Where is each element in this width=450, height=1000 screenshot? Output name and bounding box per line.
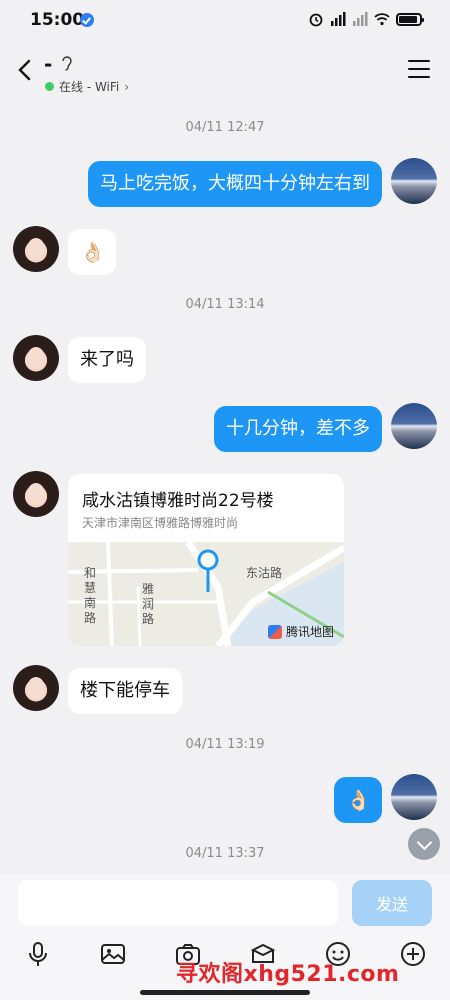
message-input[interactable] xyxy=(18,880,338,926)
location-map[interactable]: 和慧南路 雅润路 东沽路 腾讯地图 xyxy=(68,542,344,646)
alarm-icon xyxy=(309,13,323,27)
message-bubble-incoming[interactable]: 👌🏻 xyxy=(68,229,116,275)
contact-avatar[interactable] xyxy=(13,471,59,517)
home-indicator[interactable] xyxy=(140,990,310,995)
signal-icon xyxy=(331,12,346,26)
my-avatar[interactable] xyxy=(391,774,437,820)
timestamp: 04/11 13:14 xyxy=(185,297,265,312)
location-title: 咸水沽镇博雅时尚22号楼 xyxy=(82,491,274,511)
image-icon[interactable] xyxy=(99,940,127,968)
status-icons xyxy=(308,11,424,27)
location-address: 天津市津南区博雅路博雅时尚 xyxy=(82,516,239,530)
map-label: 雅润路 xyxy=(142,582,155,626)
contact-avatar[interactable] xyxy=(13,226,59,272)
wifi-icon xyxy=(374,13,390,26)
message-bubble-outgoing[interactable]: 马上吃完饭，大概四十分钟左右到 xyxy=(88,161,382,207)
chat-title: - xyxy=(44,52,53,76)
back-arrow-icon[interactable] xyxy=(12,56,40,84)
map-label: 和慧南路 xyxy=(84,566,97,625)
input-area: 发送 寻欢阁xhg521.com xyxy=(0,874,450,1000)
status-bar: 15:00 xyxy=(0,0,450,40)
chevron-right-icon: › xyxy=(124,79,130,94)
location-card[interactable]: 咸水沽镇博雅时尚22号楼 天津市津南区博雅路博雅时尚 和慧南路 雅润路 东沽路 … xyxy=(68,474,344,646)
chat-header: - 在线 - WiFi › xyxy=(0,40,450,104)
my-avatar[interactable] xyxy=(391,158,437,204)
map-brand: 腾讯地图 xyxy=(267,623,334,640)
map-label: 东沽路 xyxy=(246,566,283,580)
signal-2-icon xyxy=(353,12,368,26)
menu-icon[interactable] xyxy=(408,60,430,80)
battery-icon xyxy=(396,12,424,26)
contact-avatar[interactable] xyxy=(13,335,59,381)
my-avatar[interactable] xyxy=(391,403,437,449)
ear-icon[interactable] xyxy=(60,54,74,72)
send-button[interactable]: 发送 xyxy=(352,880,432,926)
watermark: 寻欢阁xhg521.com xyxy=(176,962,400,987)
message-bubble-incoming[interactable]: 楼下能停车 xyxy=(68,668,182,714)
location-pin-icon xyxy=(197,549,219,592)
timestamp: 04/11 13:19 xyxy=(185,737,265,752)
message-bubble-incoming[interactable]: 来了吗 xyxy=(68,337,146,383)
timestamp: 04/11 12:47 xyxy=(185,120,265,135)
contact-avatar[interactable] xyxy=(13,665,59,711)
online-status-text: 在线 - WiFi xyxy=(59,80,120,94)
online-status[interactable]: 在线 - WiFi › xyxy=(45,78,129,95)
status-time: 15:00 xyxy=(30,10,85,30)
message-bubble-outgoing[interactable]: 👌🏻 xyxy=(334,777,382,823)
tencent-map-logo-icon xyxy=(267,624,282,639)
message-bubble-outgoing[interactable]: 十几分钟，差不多 xyxy=(214,406,382,452)
verified-icon xyxy=(80,13,94,27)
online-dot xyxy=(45,82,54,91)
timestamp: 04/11 13:37 xyxy=(185,846,265,861)
plus-icon[interactable] xyxy=(399,940,427,968)
mic-icon[interactable] xyxy=(24,940,52,968)
